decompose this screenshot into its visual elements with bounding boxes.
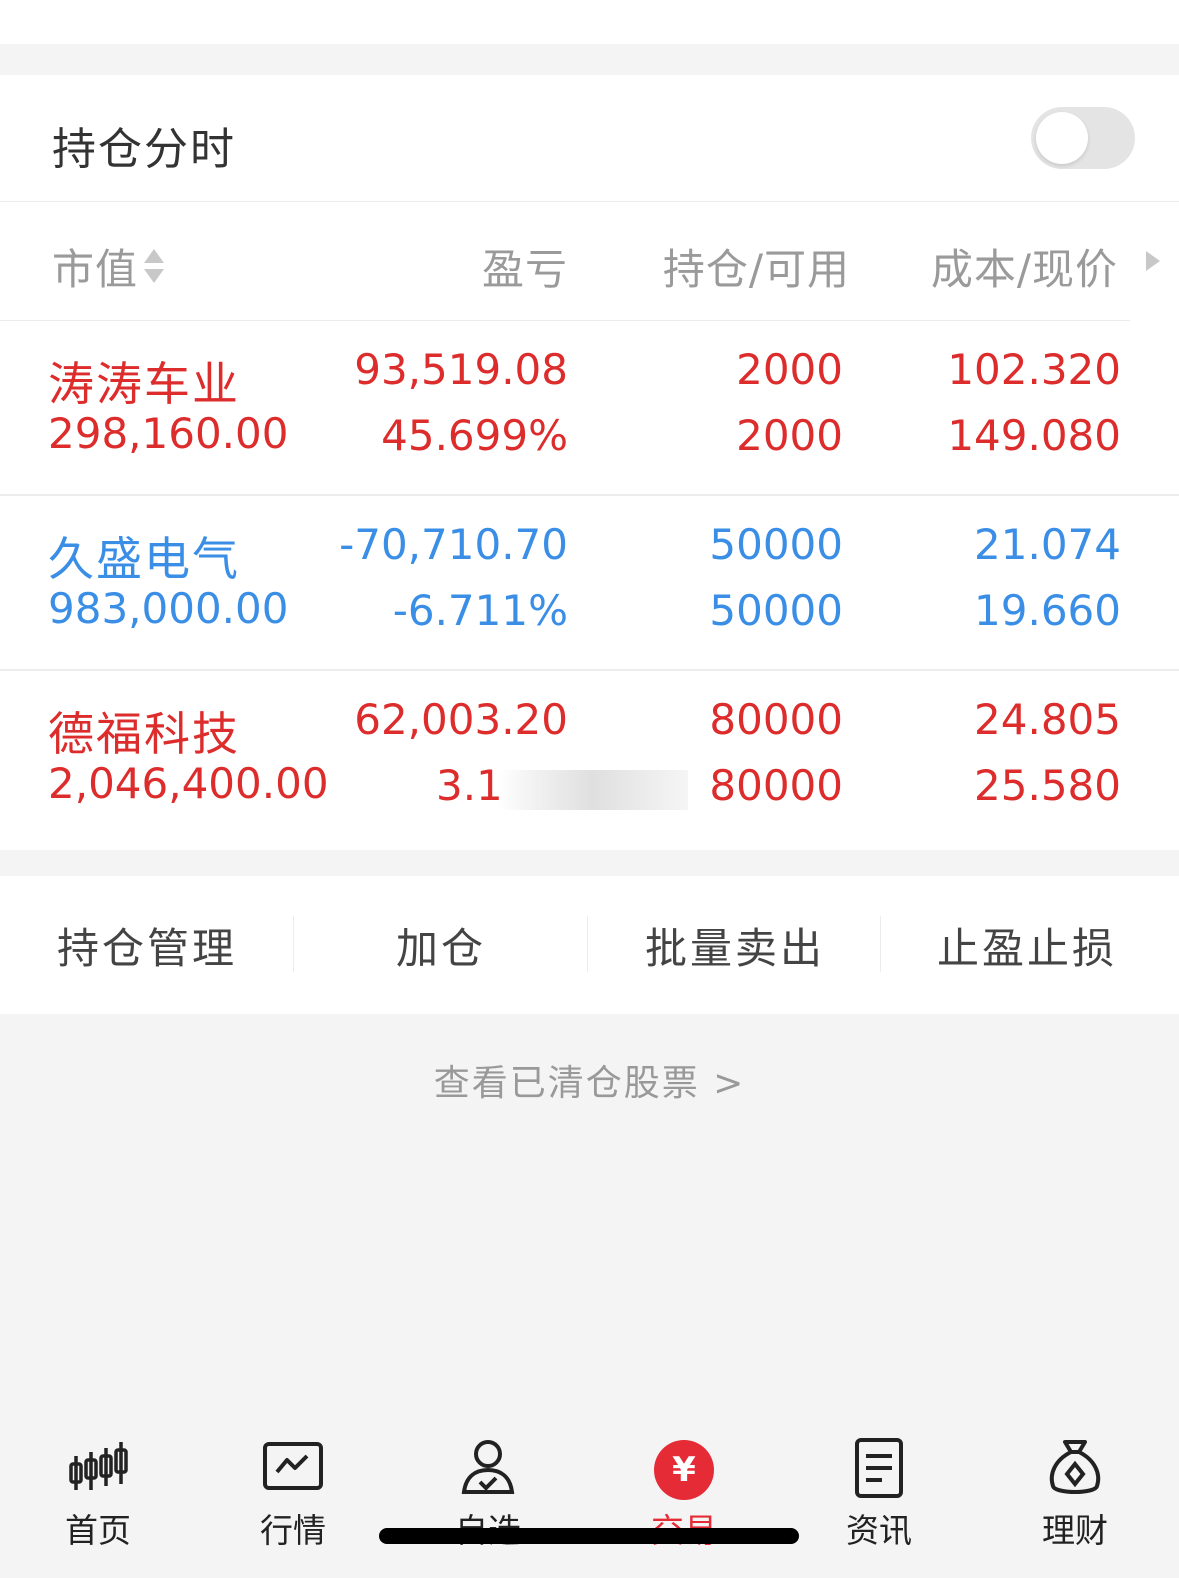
table-row[interactable]: 涛涛车业 298,160.00 93,519.08 45.699% 2000 2… <box>0 321 1179 496</box>
available-qty: 80000 <box>709 761 843 810</box>
market-value: 2,046,400.00 <box>48 759 329 808</box>
view-cleared-stocks-link[interactable]: 查看已清仓股票 > <box>0 1054 1179 1106</box>
tab-news[interactable]: 资讯 <box>819 1438 939 1558</box>
position-actions: 持仓管理 加仓 批量卖出 止盈止损 <box>0 876 1179 1014</box>
tab-wealth[interactable]: 理财 <box>1015 1438 1135 1558</box>
cost-price: 24.805 <box>974 695 1121 744</box>
top-strip <box>0 0 1179 44</box>
tab-news-label: 资讯 <box>846 1511 912 1550</box>
profit-loss-pct: -6.711% <box>392 586 568 635</box>
tab-home-label: 首页 <box>65 1511 131 1550</box>
scroll-right-arrow-icon[interactable] <box>1146 251 1160 271</box>
tab-wealth-label: 理财 <box>1042 1511 1108 1550</box>
position-timeshare-label: 持仓分时 <box>52 124 236 175</box>
document-icon <box>855 1438 903 1498</box>
chart-icon <box>263 1442 323 1490</box>
redacted-area <box>498 770 688 810</box>
position-qty: 2000 <box>736 345 843 394</box>
position-timeshare-row: 持仓分时 <box>0 75 1179 202</box>
stock-name: 德福科技 <box>48 707 240 761</box>
position-timeshare-toggle[interactable] <box>1031 107 1135 169</box>
header-position-available: 持仓/可用 <box>662 245 850 294</box>
profit-loss-pct: 45.699% <box>381 411 568 460</box>
tab-market[interactable]: 行情 <box>233 1438 353 1558</box>
cost-price: 102.320 <box>947 345 1121 394</box>
tab-home[interactable]: 首页 <box>38 1438 158 1558</box>
position-manage-button[interactable]: 持仓管理 <box>0 876 294 1014</box>
table-row[interactable]: 德福科技 2,046,400.00 62,003.20 3.1 80000 80… <box>0 671 1179 846</box>
header-profit-loss: 盈亏 <box>481 245 568 294</box>
available-qty: 50000 <box>709 586 843 635</box>
profit-loss-pct: 3.1 <box>436 761 503 810</box>
take-profit-stop-loss-button[interactable]: 止盈止损 <box>880 876 1174 1014</box>
stock-name: 久盛电气 <box>48 532 240 586</box>
position-qty: 50000 <box>709 520 843 569</box>
home-indicator <box>379 1528 799 1544</box>
table-header: 市值 盈亏 持仓/可用 成本/现价 <box>0 202 1179 321</box>
market-value: 983,000.00 <box>48 584 289 633</box>
sort-icon[interactable] <box>142 247 166 285</box>
batch-sell-button[interactable]: 批量卖出 <box>588 876 882 1014</box>
add-position-button[interactable]: 加仓 <box>294 876 588 1014</box>
header-cost-price: 成本/现价 <box>930 245 1118 294</box>
positions-card: 持仓分时 市值 盈亏 持仓/可用 成本/现价 涛涛车业 298,160.00 9… <box>0 75 1179 850</box>
money-bag-icon <box>1049 1440 1101 1494</box>
cost-price: 21.074 <box>974 520 1121 569</box>
header-market-value[interactable]: 市值 <box>52 236 138 297</box>
stock-name: 涛涛车业 <box>48 357 240 411</box>
current-price: 19.660 <box>974 586 1121 635</box>
position-qty: 80000 <box>709 695 843 744</box>
table-row[interactable]: 久盛电气 983,000.00 -70,710.70 -6.711% 50000… <box>0 496 1179 671</box>
profit-loss: 93,519.08 <box>354 345 568 394</box>
market-value: 298,160.00 <box>48 409 289 458</box>
profit-loss: -70,710.70 <box>339 520 568 569</box>
toggle-knob <box>1036 112 1088 164</box>
tab-market-label: 行情 <box>260 1511 326 1550</box>
profit-loss: 62,003.20 <box>354 695 568 744</box>
candlestick-icon <box>69 1442 128 1490</box>
current-price: 25.580 <box>974 761 1121 810</box>
yen-icon: ¥ <box>654 1440 714 1500</box>
current-price: 149.080 <box>947 411 1121 460</box>
bottom-tab-bar: 首页 行情 自选 ¥ 交易 资讯 <box>0 1418 1179 1578</box>
user-check-icon <box>461 1440 515 1494</box>
available-qty: 2000 <box>736 411 843 460</box>
